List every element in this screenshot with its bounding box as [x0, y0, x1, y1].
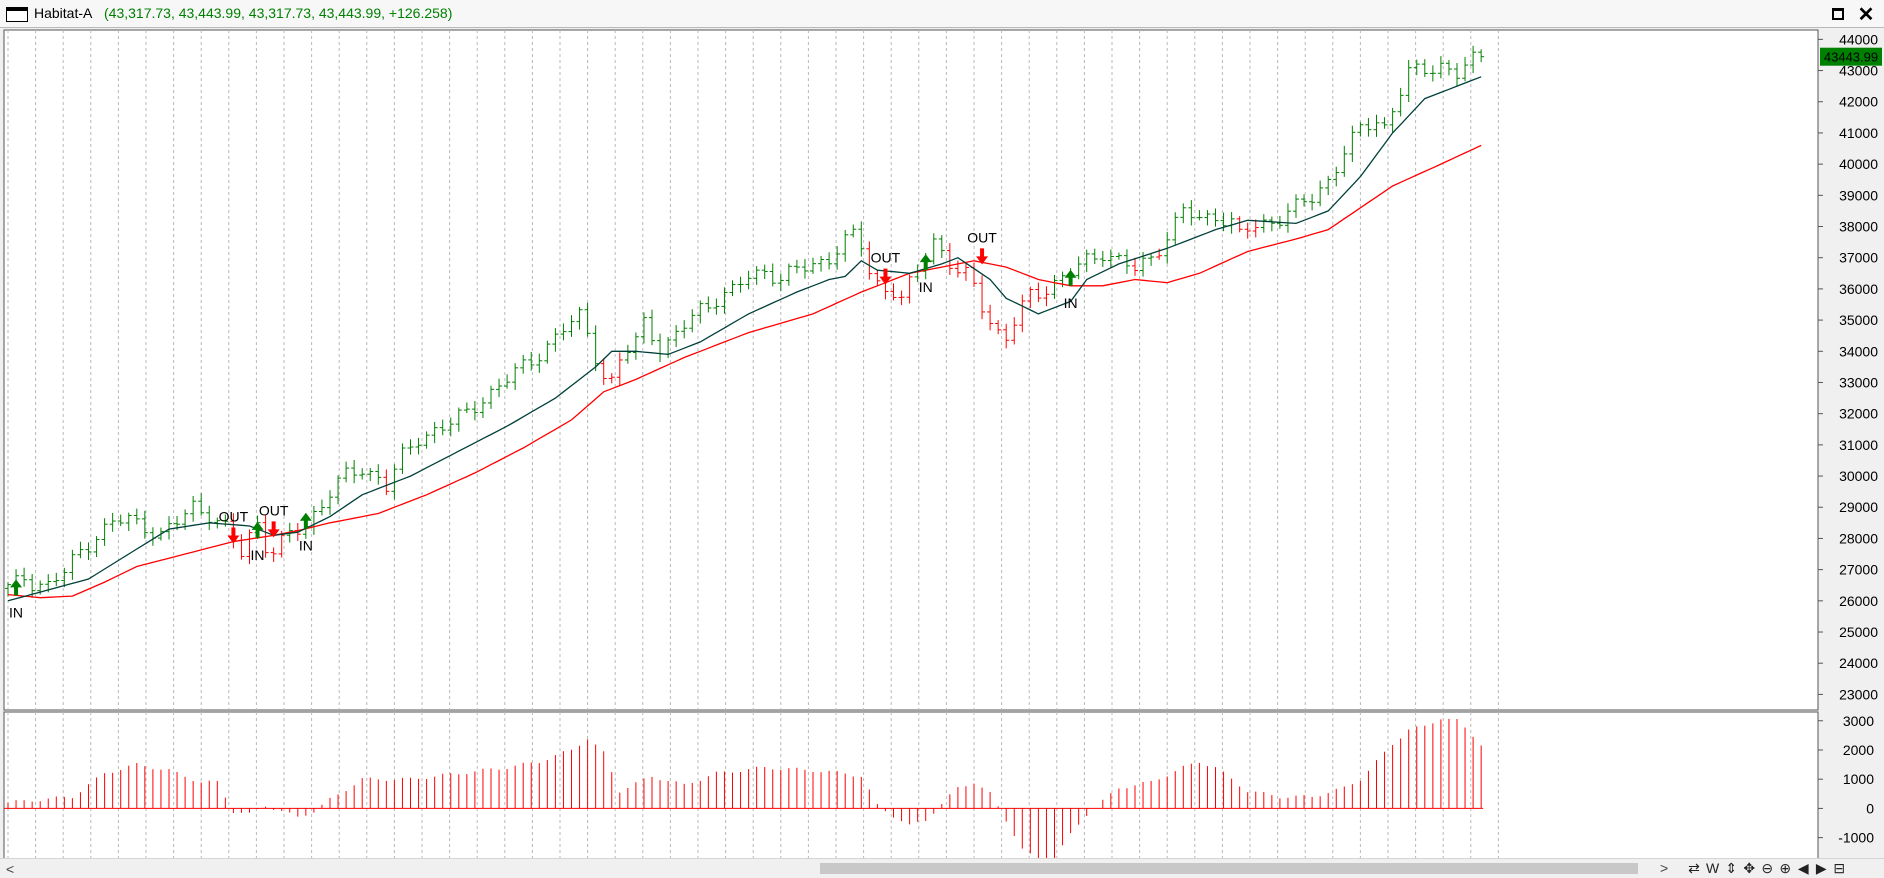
- price-tick-label: 37000: [1839, 250, 1878, 266]
- signal-label-out: OUT: [967, 229, 997, 245]
- price-tick-label: 34000: [1839, 343, 1878, 359]
- price-tick-label: 41000: [1839, 125, 1878, 141]
- signal-label-out: OUT: [259, 502, 289, 518]
- oscillator-tick-label: 0: [1866, 800, 1874, 816]
- window-icon[interactable]: [6, 7, 28, 22]
- title-bar: Habitat-A (43,317.73, 43,443.99, 43,317.…: [0, 0, 1884, 28]
- signal-label-in: IN: [251, 547, 265, 563]
- price-tick-label: 29000: [1839, 499, 1878, 515]
- signal-label-in: IN: [9, 604, 23, 620]
- scroll-thumb[interactable]: [820, 863, 1638, 874]
- maximize-button[interactable]: [1826, 3, 1850, 25]
- signal-label-out: OUT: [219, 509, 249, 525]
- price-tick-label: 31000: [1839, 437, 1878, 453]
- collapse-icon[interactable]: ⊟: [1833, 860, 1845, 878]
- signal-label-in: IN: [1064, 295, 1078, 311]
- period-weekly-button[interactable]: W: [1706, 860, 1719, 878]
- close-button[interactable]: ✕: [1854, 3, 1878, 26]
- price-tick-label: 26000: [1839, 593, 1878, 609]
- price-tick-label: 23000: [1839, 686, 1878, 702]
- zoom-in-icon[interactable]: ⊕: [1779, 860, 1791, 878]
- price-tick-label: 44000: [1839, 31, 1878, 47]
- price-tick-label: 38000: [1839, 219, 1878, 235]
- price-tick-label: 28000: [1839, 530, 1878, 546]
- price-tick-label: 27000: [1839, 562, 1878, 578]
- price-tick-label: 35000: [1839, 312, 1878, 328]
- next-icon[interactable]: ▶: [1815, 860, 1827, 878]
- vertical-scale-icon[interactable]: ⇕: [1725, 860, 1737, 878]
- signal-label-out: OUT: [871, 250, 901, 266]
- scroll-left-button[interactable]: <: [6, 861, 14, 877]
- scroll-right-button[interactable]: >: [1660, 860, 1668, 876]
- oscillator-tick-label: 3000: [1843, 713, 1874, 729]
- zoom-out-icon[interactable]: ⊖: [1761, 860, 1773, 878]
- horizontal-scrollbar[interactable]: < > ⇄ W ⇕ ✥ ⊖ ⊕ ◀ ▶ ⊟: [0, 858, 1884, 878]
- scroll-link-icon[interactable]: ⇄: [1688, 860, 1700, 878]
- chart-area[interactable]: IN OUT IN OUT IN OUT IN OUT IN 23000 24000 25000 26…: [0, 28, 1884, 858]
- price-tick-label: 33000: [1839, 374, 1878, 390]
- pan-icon[interactable]: ✥: [1743, 860, 1755, 878]
- previous-icon[interactable]: ◀: [1797, 860, 1809, 878]
- chart-title: Habitat-A: [34, 5, 93, 21]
- oscillator-tick-label: 1000: [1843, 771, 1874, 787]
- ohlc-values: (43,317.73, 43,443.99, 43,317.73, 43,443…: [104, 5, 453, 21]
- oscillator-pane: [3, 711, 1819, 858]
- price-tick-label: 40000: [1839, 156, 1878, 172]
- last-price-marker: 43443.99: [1820, 47, 1882, 66]
- price-tick-label: 30000: [1839, 468, 1878, 484]
- signal-label-in: IN: [299, 538, 313, 554]
- price-tick-label: 42000: [1839, 94, 1878, 110]
- signal-label-in: IN: [919, 279, 933, 295]
- price-tick-label: 36000: [1839, 281, 1878, 297]
- oscillator-tick-label: 2000: [1843, 742, 1874, 758]
- price-tick-label: 39000: [1839, 187, 1878, 203]
- price-pane: [3, 29, 1819, 711]
- price-tick-label: 32000: [1839, 406, 1878, 422]
- maximize-icon: [1832, 8, 1844, 20]
- chart-toolbar: ⇄ W ⇕ ✥ ⊖ ⊕ ◀ ▶ ⊟: [1688, 860, 1845, 878]
- price-tick-label: 24000: [1839, 655, 1878, 671]
- price-tick-label: 25000: [1839, 624, 1878, 640]
- oscillator-tick-label: -1000: [1838, 830, 1874, 846]
- last-price-label: 43443.99: [1824, 50, 1878, 65]
